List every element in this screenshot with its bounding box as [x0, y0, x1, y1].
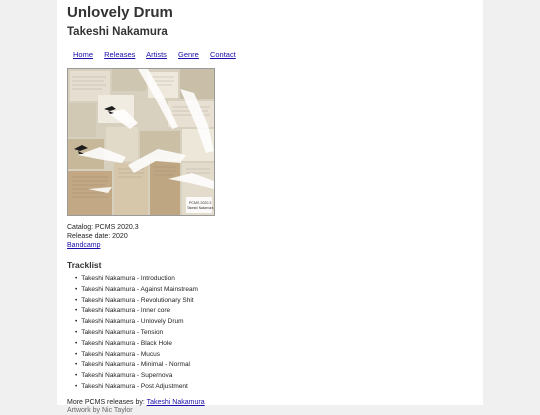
release-date: Release date: 2020	[67, 233, 128, 240]
track-item: Takeshi Nakamura - Unlovely Drum	[75, 317, 467, 328]
tracklist-heading: Tracklist	[67, 260, 102, 270]
track-item: Takeshi Nakamura - Mucus	[75, 350, 467, 361]
track-item: Takeshi Nakamura - Tension	[75, 328, 467, 339]
nav-releases[interactable]: Releases	[104, 50, 135, 59]
bandcamp-link[interactable]: Bandcamp	[67, 242, 100, 249]
track-item: Takeshi Nakamura - Inner core	[75, 306, 467, 317]
artwork-credit: Artwork by Nic Taylor	[67, 406, 133, 414]
album-title: Unlovely Drum	[67, 4, 173, 21]
nav-artists[interactable]: Artists	[146, 50, 167, 59]
album-cover: PCMS 2020.3 Takeshi Nakamura	[67, 68, 215, 216]
content: Unlovely Drum Takeshi Nakamura Home Rele…	[67, 4, 467, 415]
track-item: Takeshi Nakamura - Supernova	[75, 371, 467, 382]
album-cover-art: PCMS 2020.3 Takeshi Nakamura	[68, 69, 214, 215]
track-item: Takeshi Nakamura - Against Mainstream	[75, 285, 467, 296]
release-meta: Catalog: PCMS 2020.3 Release date: 2020 …	[67, 223, 467, 250]
track-item: Takeshi Nakamura - Post Adjustment	[75, 382, 467, 393]
track-item: Takeshi Nakamura - Minimal - Normal	[75, 360, 467, 371]
track-item: Takeshi Nakamura - Revolutionary Shit	[75, 296, 467, 307]
cover-label-line2: Takeshi Nakamura	[187, 206, 214, 210]
track-item: Takeshi Nakamura - Black Hole	[75, 339, 467, 350]
track-item: Takeshi Nakamura - Introduction	[75, 274, 467, 285]
nav-home[interactable]: Home	[73, 50, 93, 59]
artist-name: Takeshi Nakamura	[67, 26, 168, 38]
main-nav: Home Releases Artists Genre Contact	[73, 50, 467, 60]
cover-label-line1: PCMS 2020.3	[189, 201, 211, 205]
nav-contact[interactable]: Contact	[210, 50, 236, 59]
page: Unlovely Drum Takeshi Nakamura Home Rele…	[57, 0, 483, 414]
catalog-number: Catalog: PCMS 2020.3	[67, 224, 139, 231]
tracklist: Takeshi Nakamura - Introduction Takeshi …	[67, 274, 467, 393]
nav-genre[interactable]: Genre	[178, 50, 199, 59]
